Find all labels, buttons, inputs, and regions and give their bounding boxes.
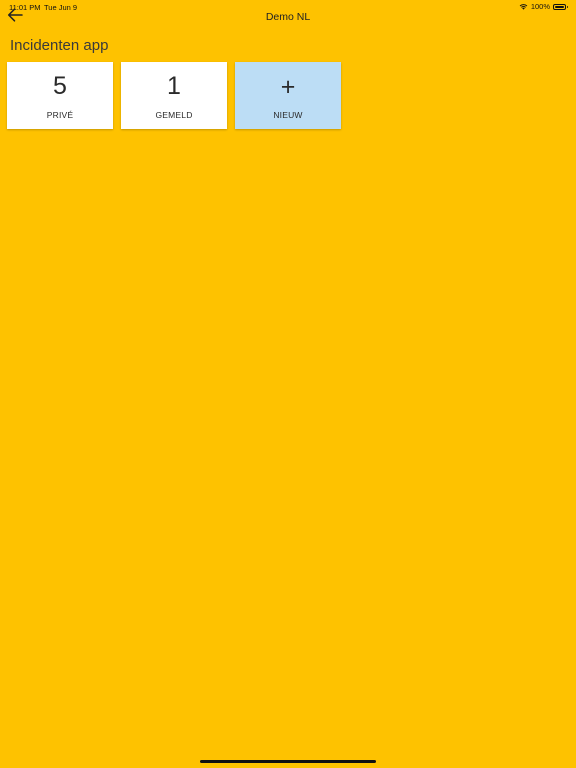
home-indicator[interactable] xyxy=(200,760,376,763)
tile-nieuw[interactable]: + NIEUW xyxy=(235,62,341,129)
tile-label: PRIVÉ xyxy=(46,110,74,120)
tile-label: NIEUW xyxy=(273,110,303,120)
tile-count: 1 xyxy=(167,72,181,100)
tile-prive[interactable]: 5 PRIVÉ xyxy=(7,62,113,129)
navigation-bar: Demo NL xyxy=(0,8,576,28)
tile-gemeld[interactable]: 1 GEMELD xyxy=(121,62,227,129)
tile-label: GEMELD xyxy=(155,110,193,120)
tile-grid: 5 PRIVÉ 1 GEMELD + NIEUW xyxy=(7,62,341,129)
nav-title: Demo NL xyxy=(265,11,311,23)
page-title: Incidenten app xyxy=(10,37,109,54)
tile-count: 5 xyxy=(53,72,67,100)
plus-icon: + xyxy=(280,73,296,101)
